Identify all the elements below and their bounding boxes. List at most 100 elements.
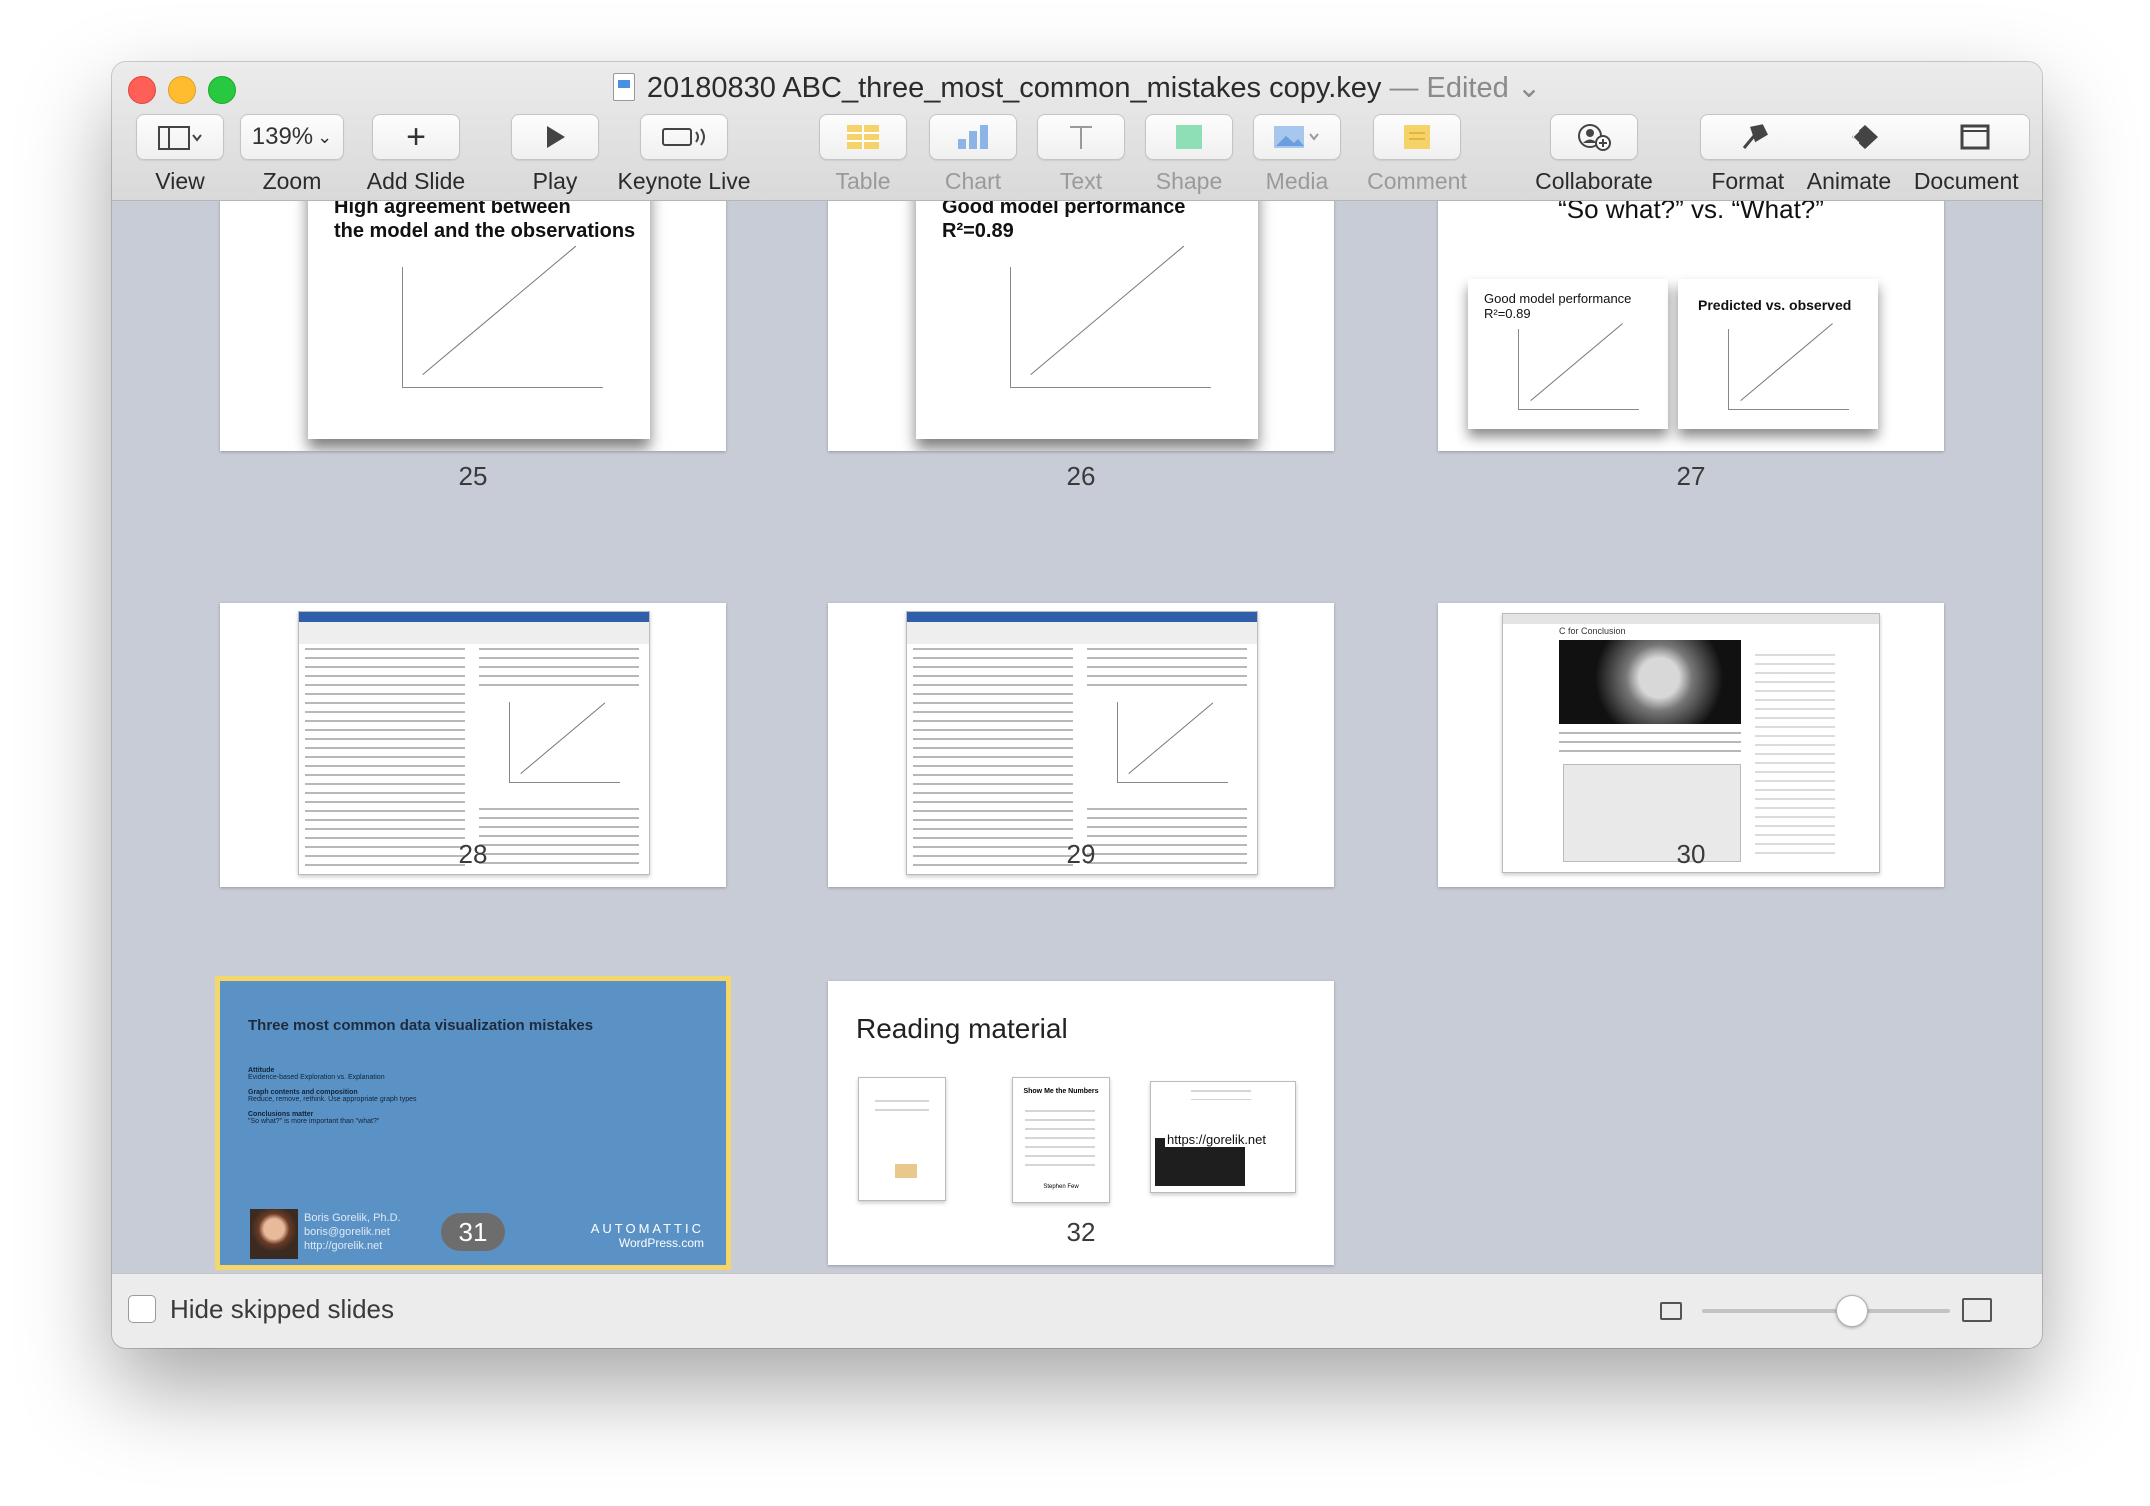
slide-number: 27 <box>1676 461 1706 491</box>
shape-control[interactable]: Shape <box>1144 114 1234 195</box>
right-card-title: Predicted vs. observed <box>1698 297 1852 313</box>
book-cover: Show Me the Numbers Stephen Few <box>1012 1077 1110 1203</box>
chart-control[interactable]: Chart <box>928 114 1018 195</box>
book-title <box>875 1100 929 1112</box>
zoom-label: Zoom <box>262 168 322 194</box>
slide-grid[interactable]: High agreement between the model and the… <box>112 201 2042 1274</box>
bullet-heading: Attitude <box>248 1067 275 1074</box>
bullet-sub: Evidence-based Exploration vs. Explanati… <box>248 1074 385 1081</box>
chart-label: Chart <box>944 168 1002 194</box>
text-column <box>913 648 1073 868</box>
slide-number-selected: 31 <box>220 1213 726 1251</box>
word-ribbon <box>907 612 1257 622</box>
inspector-labels: Format Animate Document <box>1700 168 2030 195</box>
thumbnail-size-slider[interactable] <box>1702 1295 1950 1327</box>
table-control[interactable]: Table <box>818 114 908 195</box>
shape-button[interactable] <box>1145 114 1233 160</box>
window-title: 20180830 ABC_three_most_common_mistakes … <box>112 68 2042 108</box>
text-block <box>1559 732 1741 752</box>
view-button[interactable] <box>136 114 224 160</box>
collaborate-label: Collaborate <box>1535 168 1653 194</box>
table-icon <box>847 125 879 149</box>
left-card: Good model performance R²=0.89 <box>1468 279 1668 429</box>
animate-label: Animate <box>1806 168 1892 194</box>
document-icon[interactable] <box>1958 122 1992 152</box>
inspector-group[interactable]: Format Animate Document <box>1700 114 2030 195</box>
view-label: View <box>155 168 205 194</box>
chart-button[interactable] <box>929 114 1017 160</box>
inspector-segmented-control[interactable] <box>1700 114 2030 160</box>
media-control[interactable]: Media <box>1252 114 1342 195</box>
text-column <box>479 648 639 688</box>
media-label: Media <box>1265 168 1329 194</box>
book-author: Stephen Few <box>1043 1184 1079 1190</box>
keynote-live-label: Keynote Live <box>617 168 751 194</box>
keynote-document-icon <box>612 73 635 101</box>
zoom-select[interactable]: 139% ⌄ <box>240 114 344 160</box>
slide-number: 30 <box>1676 839 1706 869</box>
collaborate-icon <box>1578 124 1611 151</box>
comment-icon <box>1404 125 1430 149</box>
table-label: Table <box>835 168 891 194</box>
small-thumbnail-icon[interactable] <box>1660 1302 1682 1320</box>
scatter-plot <box>1518 329 1639 410</box>
keynote-live-control[interactable]: Keynote Live <box>614 114 754 195</box>
media-button[interactable] <box>1253 114 1341 160</box>
text-control[interactable]: Text <box>1036 114 1126 195</box>
book-cover <box>858 1077 946 1201</box>
add-slide-button[interactable]: + <box>372 114 460 160</box>
portrait-photo <box>1559 640 1741 724</box>
slide-number: 28 <box>458 839 488 869</box>
text-button[interactable] <box>1037 114 1125 160</box>
table-button[interactable] <box>819 114 907 160</box>
keynote-live-button[interactable] <box>640 114 728 160</box>
play-button[interactable] <box>511 114 599 160</box>
sidebar-text <box>1755 654 1835 854</box>
comment-label: Comment <box>1367 168 1467 194</box>
format-label: Format <box>1711 168 1785 194</box>
slide-card: High agreement between the model and the… <box>308 201 650 439</box>
edited-status[interactable]: — Edited <box>1389 72 1508 104</box>
animate-icon[interactable] <box>1845 122 1885 152</box>
format-icon[interactable] <box>1738 122 1772 152</box>
scatter-plot <box>1010 267 1211 388</box>
website-screenshot: https://gorelik.net <box>1150 1081 1296 1193</box>
add-slide-control[interactable]: + Add Slide <box>356 114 476 195</box>
collaborate-button[interactable] <box>1550 114 1638 160</box>
large-thumbnail-icon[interactable] <box>1962 1298 1992 1322</box>
bullet-list: Attitude Evidence-based Exploration vs. … <box>248 1067 416 1125</box>
book-art <box>895 1164 917 1178</box>
slider-knob[interactable] <box>1835 1295 1868 1327</box>
chevron-down-icon: ⌄ <box>317 126 333 147</box>
hide-skipped-label[interactable]: Hide skipped slides <box>170 1294 394 1325</box>
right-card: Predicted vs. observed <box>1678 279 1878 429</box>
play-label: Play <box>532 168 578 194</box>
shape-icon <box>1176 125 1202 149</box>
keynote-live-icon <box>662 128 705 146</box>
slide-thumbnail-25[interactable]: High agreement between the model and the… <box>220 201 726 451</box>
scatter-plot <box>402 267 603 388</box>
bullet-heading: Graph contents and composition <box>248 1089 358 1096</box>
comment-button[interactable] <box>1373 114 1461 160</box>
comment-control[interactable]: Comment <box>1352 114 1482 195</box>
blog-screenshot: C for Conclusion <box>1502 613 1880 873</box>
bullet-sub: "So what?" is more important than "what?… <box>248 1118 380 1125</box>
slide-thumbnail-27[interactable]: “So what?” vs. “What?” Good model perfor… <box>1438 201 1944 451</box>
hide-skipped-checkbox[interactable] <box>128 1295 156 1323</box>
text-column <box>1087 648 1247 688</box>
zoom-control[interactable]: 139% ⌄ Zoom <box>238 114 346 195</box>
view-control[interactable]: View <box>130 114 230 195</box>
word-toolbar <box>907 622 1257 644</box>
shape-label: Shape <box>1155 168 1223 194</box>
chevron-down-icon[interactable]: ⌄ <box>1517 72 1541 104</box>
website-link: https://gorelik.net <box>1165 1132 1268 1147</box>
slide-card: Good model performance R²=0.89 <box>916 201 1258 439</box>
collaborate-control[interactable]: Collaborate <box>1514 114 1674 195</box>
media-icon <box>1274 126 1319 148</box>
play-control[interactable]: Play <box>510 114 600 195</box>
scatter-plot <box>1728 329 1849 410</box>
blog-post-title: C for Conclusion <box>1559 626 1626 636</box>
slide-number: 29 <box>1066 839 1096 869</box>
document-label: Document <box>1913 168 2019 194</box>
slide-thumbnail-26[interactable]: Good model performance R²=0.89 <box>828 201 1334 451</box>
